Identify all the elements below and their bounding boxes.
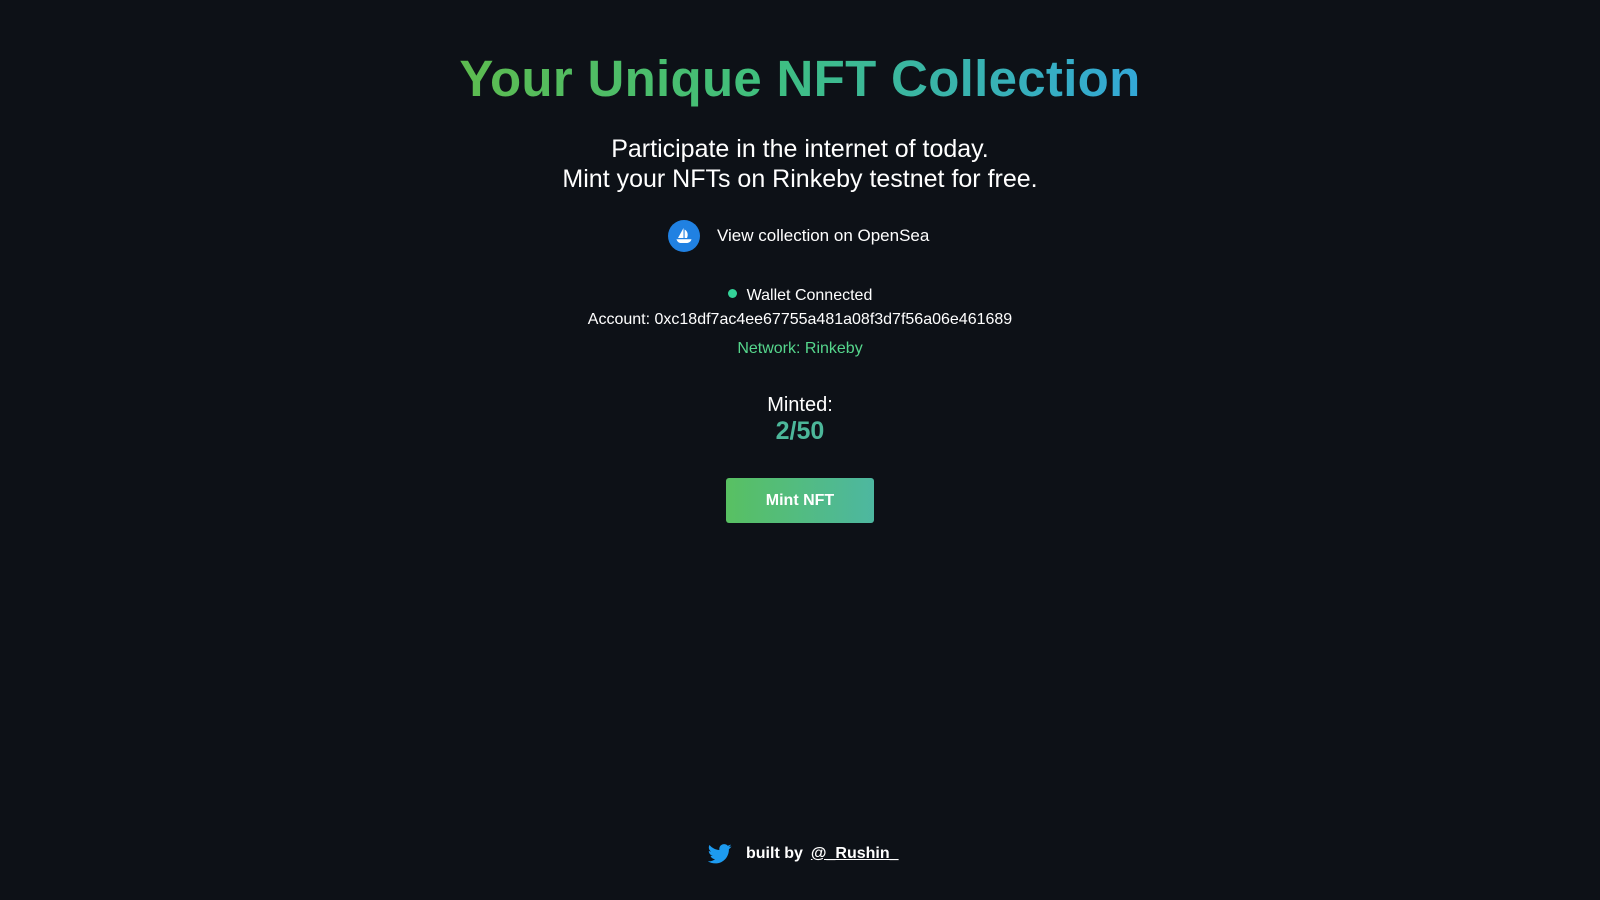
wallet-status: Wallet Connected — [0, 286, 1600, 306]
built-by-label: built by — [746, 845, 803, 862]
page-title: Your Unique NFT Collection — [459, 50, 1141, 107]
twitter-icon[interactable] — [707, 843, 732, 865]
view-collection-label: View collection on OpenSea — [717, 226, 930, 245]
subtitle-line-1: Participate in the internet of today. — [611, 135, 989, 163]
view-collection-link[interactable]: View collection on OpenSea — [668, 220, 929, 252]
account-address: Account: 0xc18df7ac4ee67755a481a08f3d7f5… — [587, 311, 1013, 328]
opensea-icon — [668, 220, 700, 252]
status-dot-icon — [727, 289, 737, 298]
network-label: Network: Rinkeby — [737, 340, 863, 357]
subtitle: Participate in the internet of today. Mi… — [0, 134, 1600, 194]
wallet-status-text: Wallet Connected — [746, 287, 873, 304]
minted-label: Minted: — [767, 394, 833, 416]
twitter-handle-link[interactable]: @_Rushin_ — [811, 845, 899, 863]
subtitle-line-2: Mint your NFTs on Rinkeby testnet for fr… — [562, 165, 1038, 193]
minted-count: 2/50 — [775, 417, 825, 445]
mint-nft-button[interactable]: Mint NFT — [726, 478, 874, 523]
page: Your Unique NFT Collection Participate i… — [0, 0, 1600, 900]
footer: built by @_Rushin_ — [707, 842, 899, 866]
